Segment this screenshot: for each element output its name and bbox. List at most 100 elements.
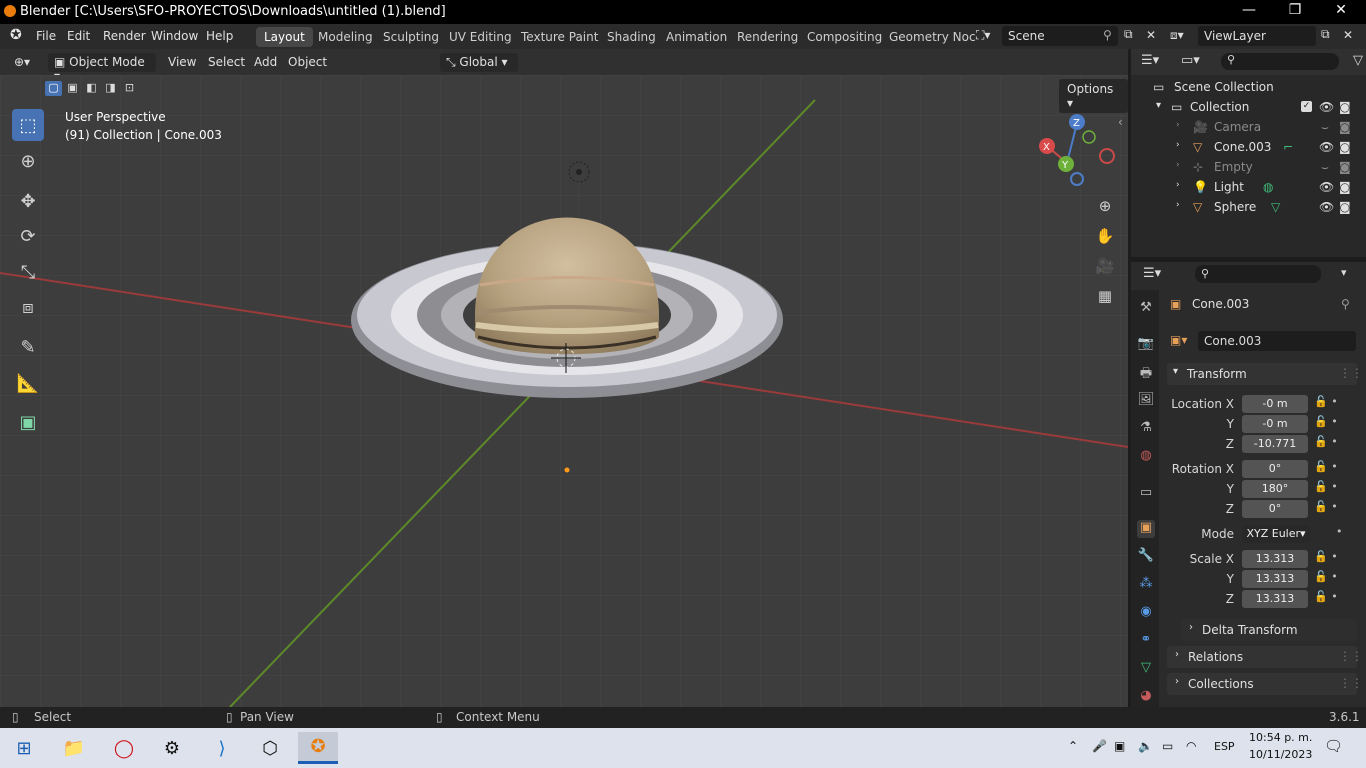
properties-editor-icon[interactable]: ☰▾ <box>1143 266 1161 281</box>
close-button[interactable]: ✕ <box>1318 2 1364 18</box>
expand-sphere-icon[interactable]: › <box>1176 200 1180 210</box>
object-tab-icon[interactable]: ▣ <box>1137 520 1155 538</box>
move-tool-icon[interactable]: ✥ <box>12 185 44 217</box>
lock-scale-z-icon[interactable]: 🔓 • <box>1314 590 1338 603</box>
tab-modeling[interactable]: Modeling <box>310 27 381 47</box>
outliner-editor-icon[interactable]: ☰▾ <box>1141 53 1159 68</box>
drag-handle-icon[interactable]: ⋮⋮ <box>1339 366 1363 380</box>
rotation-y-field[interactable]: 180° <box>1242 480 1308 498</box>
expand-camera-icon[interactable]: › <box>1176 120 1180 130</box>
output-tab-icon[interactable]: 🖶 <box>1137 364 1155 382</box>
rotation-x-field[interactable]: 0° <box>1242 460 1308 478</box>
expand-light-icon[interactable]: › <box>1176 180 1180 190</box>
collection-render-icon[interactable]: ◙ <box>1339 100 1351 114</box>
properties-options-icon[interactable]: ▾ <box>1341 266 1347 279</box>
menu-help[interactable]: Help <box>206 29 233 43</box>
tab-sculpting[interactable]: Sculpting <box>375 27 447 47</box>
view-layer-selector-icon[interactable]: ⧈▾ <box>1170 28 1184 43</box>
outliner-item-sphere[interactable]: › ▽ Sphere ▽ 👁 ◙ <box>1131 197 1366 217</box>
location-x-field[interactable]: -0 m <box>1242 395 1308 413</box>
menu-select[interactable]: Select <box>202 53 251 72</box>
tab-texture-paint[interactable]: Texture Paint <box>513 27 606 47</box>
location-z-field[interactable]: -10.771 <box>1242 435 1308 453</box>
relations-header[interactable]: › Relations ⋮⋮ <box>1167 646 1363 668</box>
3d-viewport[interactable]: Z Y X ▢ ▣ ◧ ◨ ⊡ Options ▾ ‹ User Perspec… <box>0 75 1128 707</box>
select-extend-icon[interactable]: ▣ <box>64 81 81 96</box>
notifications-icon[interactable]: 🗨 <box>1324 737 1343 755</box>
select-new-icon[interactable]: ▢ <box>45 81 62 96</box>
wifi-icon[interactable]: ◠ <box>1186 739 1196 753</box>
view-layer-tab-icon[interactable]: 🖼 <box>1137 392 1155 410</box>
blender-taskbar-icon[interactable]: ✪ <box>298 732 338 764</box>
lock-location-x-icon[interactable]: 🔓 • <box>1314 395 1338 408</box>
clock-time[interactable]: 10:54 p. m. <box>1249 731 1312 744</box>
sphere-visibility-icon[interactable]: 👁 <box>1319 200 1334 214</box>
select-invert-icon[interactable]: ◨ <box>102 81 119 96</box>
world-tab-icon[interactable]: ◍ <box>1137 448 1155 466</box>
lock-rotation-z-icon[interactable]: 🔓 • <box>1314 500 1338 513</box>
lock-location-z-icon[interactable]: 🔓 • <box>1314 435 1338 448</box>
relations-drag-icon[interactable]: ⋮⋮ <box>1339 649 1363 663</box>
transform-tool-icon[interactable]: ⧈ <box>12 291 44 323</box>
camera-render-icon[interactable]: ◙ <box>1339 120 1351 134</box>
empty-render-icon[interactable]: ◙ <box>1339 160 1351 174</box>
select-intersect-icon[interactable]: ⊡ <box>121 81 138 96</box>
zoom-icon[interactable]: ⊕ <box>1092 193 1118 219</box>
add-cube-tool-icon[interactable]: ▣ <box>12 406 44 438</box>
lock-rotation-y-icon[interactable]: 🔓 • <box>1314 480 1338 493</box>
collections-header[interactable]: › Collections ⋮⋮ <box>1167 673 1363 695</box>
menu-window[interactable]: Window <box>151 29 198 43</box>
render-tab-icon[interactable]: 📷 <box>1137 336 1155 354</box>
rotation-mode-select[interactable]: XYZ Euler▾ <box>1242 525 1310 543</box>
display-icon[interactable]: ▣ <box>1114 739 1125 753</box>
new-scene-icon[interactable]: ⧉ <box>1124 27 1133 42</box>
menu-edit[interactable]: Edit <box>67 29 90 43</box>
tab-uv-editing[interactable]: UV Editing <box>441 27 520 47</box>
expand-collection-icon[interactable]: ▾ <box>1156 100 1161 111</box>
new-view-layer-icon[interactable]: ⧉ <box>1321 27 1330 42</box>
collection-tab-icon[interactable]: ▭ <box>1137 485 1155 503</box>
display-mode-icon[interactable]: ▭▾ <box>1181 53 1200 68</box>
editor-type-icon[interactable]: ⊕▾ <box>8 53 36 72</box>
outliner-item-empty[interactable]: › ⊹ Empty ⌣ ◙ <box>1131 157 1366 177</box>
outliner-item-camera[interactable]: › 🎥 Camera ⌣ ◙ <box>1131 117 1366 137</box>
outliner-item-light[interactable]: › 💡 Light ◍ 👁 ◙ <box>1131 177 1366 197</box>
collections-drag-icon[interactable]: ⋮⋮ <box>1339 676 1363 690</box>
outliner-item-cone[interactable]: › ▽ Cone.003 ⌐ 👁 ◙ <box>1131 137 1366 157</box>
delta-transform-header[interactable]: › Delta Transform <box>1181 619 1357 641</box>
collection-checkbox[interactable]: ✓ <box>1301 101 1312 112</box>
language-indicator[interactable]: ESP <box>1214 740 1235 753</box>
vscode-icon[interactable]: ⟩ <box>202 732 242 764</box>
blender-menu-icon[interactable]: ✪ <box>10 27 22 43</box>
scale-tool-icon[interactable]: ⤡ <box>12 256 44 288</box>
cone-visibility-icon[interactable]: 👁 <box>1319 140 1334 154</box>
sphere-render-icon[interactable]: ◙ <box>1339 200 1351 214</box>
settings-icon[interactable]: ⚙ <box>152 732 192 764</box>
tab-animation[interactable]: Animation <box>658 27 735 47</box>
minimize-button[interactable]: — <box>1226 2 1272 18</box>
clock-date[interactable]: 10/11/2023 <box>1249 748 1312 761</box>
tab-shading[interactable]: Shading <box>599 27 664 47</box>
sidebar-toggle-icon[interactable]: ‹ <box>1118 115 1123 129</box>
options-button[interactable]: Options ▾ <box>1059 79 1128 113</box>
material-tab-icon[interactable]: ◕ <box>1137 688 1155 706</box>
collection-visibility-icon[interactable]: 👁 <box>1319 100 1334 114</box>
annotate-tool-icon[interactable]: ✎ <box>12 331 44 363</box>
view-layer-field[interactable]: ViewLayer <box>1198 26 1316 46</box>
tab-compositing[interactable]: Compositing <box>799 27 890 47</box>
outliner-collection[interactable]: ▾ ▭ Collection ✓ 👁 ◙ <box>1131 97 1366 117</box>
opera-icon[interactable]: ◯ <box>104 732 144 764</box>
orientation-selector[interactable]: ⤡ Global ▾ <box>440 53 518 72</box>
pin-icon[interactable]: ⚲ <box>1103 28 1112 42</box>
tab-geometry-nodes[interactable]: Geometry Noc <box>881 27 984 47</box>
lock-scale-y-icon[interactable]: 🔓 • <box>1314 570 1338 583</box>
unity-icon[interactable]: ⬡ <box>250 732 290 764</box>
select-subtract-icon[interactable]: ◧ <box>83 81 100 96</box>
scene-tab-icon[interactable]: ⚗ <box>1137 420 1155 438</box>
rotation-z-field[interactable]: 0° <box>1242 500 1308 518</box>
scale-z-field[interactable]: 13.313 <box>1242 590 1308 608</box>
data-tab-icon[interactable]: ▽ <box>1137 660 1155 678</box>
menu-view[interactable]: View <box>162 53 202 72</box>
transform-panel-header[interactable]: ▾ Transform ⋮⋮ <box>1167 363 1363 385</box>
menu-object[interactable]: Object <box>282 53 333 72</box>
